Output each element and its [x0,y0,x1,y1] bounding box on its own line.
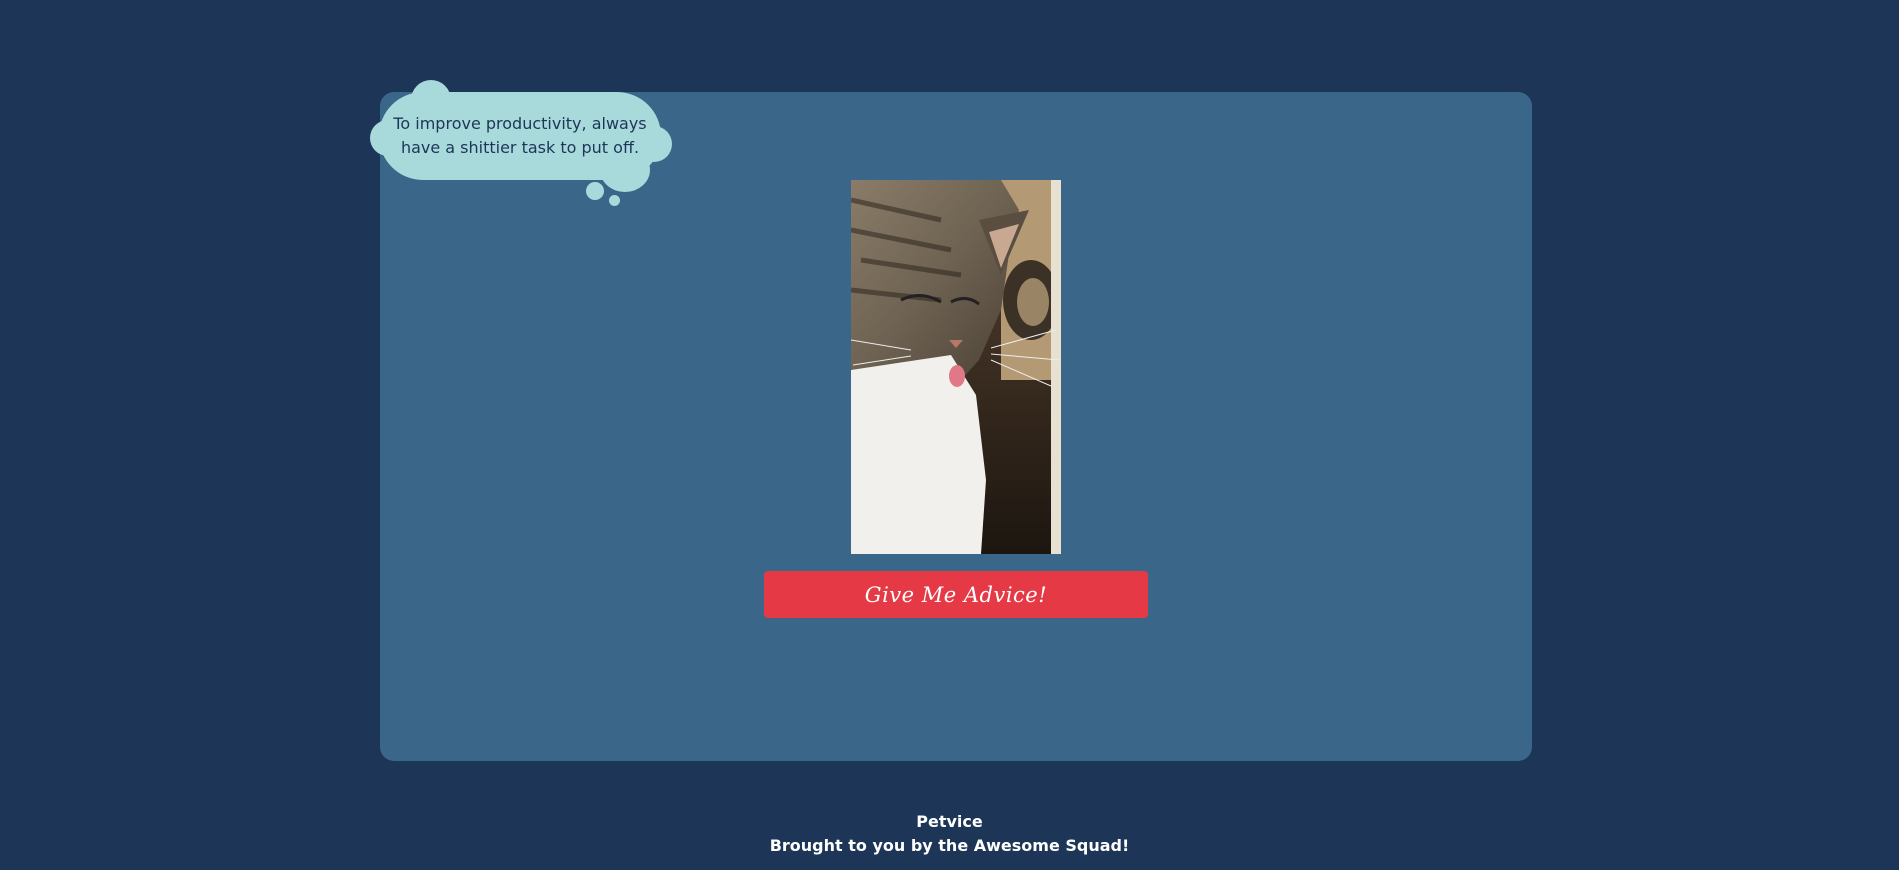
thought-bubble-dot-large [586,182,604,200]
footer-tagline: Brought to you by the Awesome Squad! [769,836,1130,855]
pet-photo [851,180,1061,554]
footer: Petvice Brought to you by the Awesome Sq… [0,810,1899,858]
footer-title: Petvice [916,812,983,831]
give-advice-button[interactable]: Give Me Advice! [764,571,1148,618]
advice-thought-bubble: To improve productivity, always have a s… [368,78,678,208]
advice-text: To improve productivity, always have a s… [393,114,647,157]
thought-bubble-dot-small [609,195,620,206]
